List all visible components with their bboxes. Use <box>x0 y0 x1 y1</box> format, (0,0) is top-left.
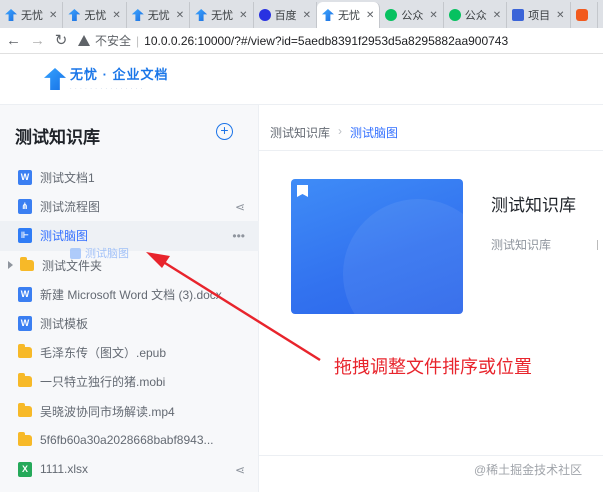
header-divider <box>259 150 603 151</box>
tree-item-selected[interactable]: ⊩ 测试脑图 ••• <box>0 221 259 251</box>
url-field[interactable]: 不安全 | 10.0.0.26:10000/?#/view?id=5aedb83… <box>78 32 508 49</box>
library-description: 测试知识库 <box>491 238 552 252</box>
warning-icon <box>78 35 90 46</box>
share-icon[interactable]: ⋖ <box>235 200 245 214</box>
url-separator: | <box>136 33 140 48</box>
orange-favicon-icon <box>575 9 588 21</box>
wuyou-favicon-icon <box>195 9 208 21</box>
mindmap-icon <box>70 247 81 259</box>
flowchart-icon: ⋔ <box>18 199 32 215</box>
browser-tab-active[interactable]: 无忧 ✕ <box>316 2 381 28</box>
browser-tab[interactable]: 公众 ✕ <box>380 2 444 28</box>
wuyou-favicon-icon <box>68 9 81 21</box>
wuyou-favicon-icon <box>131 9 144 21</box>
add-icon[interactable]: + <box>216 123 233 140</box>
wechat-favicon-icon <box>448 9 461 21</box>
caret-right-icon[interactable] <box>8 261 13 270</box>
logo-text: 无忧 · 企业文档 <box>70 67 169 82</box>
close-icon[interactable]: ✕ <box>176 10 184 21</box>
more-icon[interactable]: ••• <box>232 229 245 243</box>
browser-tab[interactable]: 无忧 ✕ <box>190 2 254 28</box>
security-label: 不安全 <box>95 34 132 48</box>
project-favicon-icon <box>512 9 525 21</box>
library-title: 测试知识库 <box>491 196 576 215</box>
reload-icon[interactable]: ↻ <box>54 32 68 49</box>
section-divider <box>259 455 603 456</box>
close-icon[interactable]: ✕ <box>303 10 311 21</box>
logo-subtext: · · · · · · · · · · · · · · · <box>70 86 144 92</box>
breadcrumb-root[interactable]: 测试知识库 <box>270 124 330 141</box>
tree-item[interactable]: W 测试文档1 <box>0 163 259 192</box>
sidebar: 测试知识库 + W 测试文档1 ⋔ 测试流程图 ⋖ ⊩ 测试脑图 ••• 测试文… <box>0 105 259 492</box>
collapse-handle[interactable] <box>597 240 600 250</box>
excel-icon: X <box>18 461 32 477</box>
browser-tab[interactable]: 公众 ✕ <box>444 2 508 28</box>
close-icon[interactable]: ✕ <box>556 10 564 21</box>
tree-item[interactable]: 毛泽东传（图文）.epub <box>0 338 259 367</box>
wechat-favicon-icon <box>385 9 398 21</box>
browser-tab[interactable]: 百度 ✕ <box>254 2 317 28</box>
tree-item-folder[interactable]: 测试文件夹 <box>0 251 259 280</box>
forward-arrow-icon[interactable]: → <box>30 32 45 49</box>
folder-icon <box>18 402 32 417</box>
browser-tab[interactable]: 【重✕ <box>598 2 603 28</box>
tree-item[interactable]: 一只特立独行的猪.mobi <box>0 367 259 396</box>
close-icon[interactable]: ✕ <box>112 10 120 21</box>
watermark: @稀土掘金技术社区 <box>474 463 583 477</box>
browser-tab[interactable] <box>571 2 598 28</box>
breadcrumb-current: 测试脑图 <box>350 126 399 140</box>
tree-item[interactable]: W 测试模板 <box>0 309 259 338</box>
wuyou-favicon-icon <box>5 9 17 21</box>
file-tree: W 测试文档1 ⋔ 测试流程图 ⋖ ⊩ 测试脑图 ••• 测试文件夹 W 新建 … <box>0 163 259 484</box>
folder-icon <box>18 373 32 388</box>
wuyou-favicon-icon <box>321 9 334 21</box>
browser-tab[interactable]: 无忧 ✕ <box>127 2 191 28</box>
word-icon: W <box>18 170 32 186</box>
close-icon[interactable]: ✕ <box>429 10 437 21</box>
browser-tab[interactable]: 无忧 ✕ <box>63 2 127 28</box>
close-icon[interactable]: ✕ <box>49 10 57 21</box>
close-icon[interactable]: ✕ <box>366 10 374 21</box>
app-logo[interactable]: 无忧 · 企业文档 · · · · · · · · · · · · · · · <box>44 66 169 92</box>
browser-tab-strip: 无忧✕ 无忧✕ 无忧✕ 无忧✕ 百度✕ 无忧✕ 公众✕ 公众✕ 项目✕ 【重✕ … <box>0 0 603 28</box>
mindmap-icon: ⊩ <box>18 228 32 244</box>
folder-icon <box>18 344 32 359</box>
tree-item[interactable]: W 新建 Microsoft Word 文档 (3).docx <box>0 280 259 309</box>
back-arrow-icon[interactable]: ← <box>6 32 21 49</box>
word-icon: W <box>18 316 32 332</box>
bookmark-icon <box>297 185 308 197</box>
chevron-right-icon: › <box>338 124 343 138</box>
browser-tab[interactable]: 项目 ✕ <box>507 2 571 28</box>
tree-item[interactable]: 5f6fb60a30a2028668babf8943... <box>0 426 259 455</box>
baidu-favicon-icon <box>258 9 271 21</box>
app-header: 无忧 · 企业文档 · · · · · · · · · · · · · · · <box>0 54 603 105</box>
drag-ghost[interactable]: 测试脑图 <box>70 245 129 261</box>
breadcrumb: 测试知识库 › 测试脑图 <box>270 124 398 141</box>
logo-icon <box>44 68 66 90</box>
close-icon[interactable]: ✕ <box>239 10 247 21</box>
tree-item[interactable]: ⋔ 测试流程图 ⋖ <box>0 192 259 221</box>
folder-icon <box>18 431 32 446</box>
tree-item[interactable]: 吴晓波协同市场解读.mp4 <box>0 397 259 426</box>
tree-item[interactable]: X 1111.xlsx ⋖ <box>0 455 259 484</box>
browser-tab[interactable]: 无忧 ✕ <box>0 2 64 28</box>
share-icon[interactable]: ⋖ <box>235 463 245 477</box>
url-text: 10.0.0.26:10000/?#/view?id=5aedb8391f295… <box>144 33 509 48</box>
library-cover-image[interactable] <box>291 179 463 314</box>
annotation-text: 拖拽调整文件排序或位置 <box>334 357 532 377</box>
word-icon: W <box>18 286 32 302</box>
address-bar: ← → ↻ 不安全 | 10.0.0.26:10000/?#/view?id=5… <box>0 28 603 54</box>
folder-icon <box>20 256 34 271</box>
close-icon[interactable]: ✕ <box>493 10 501 21</box>
sidebar-title: 测试知识库 <box>15 128 100 147</box>
